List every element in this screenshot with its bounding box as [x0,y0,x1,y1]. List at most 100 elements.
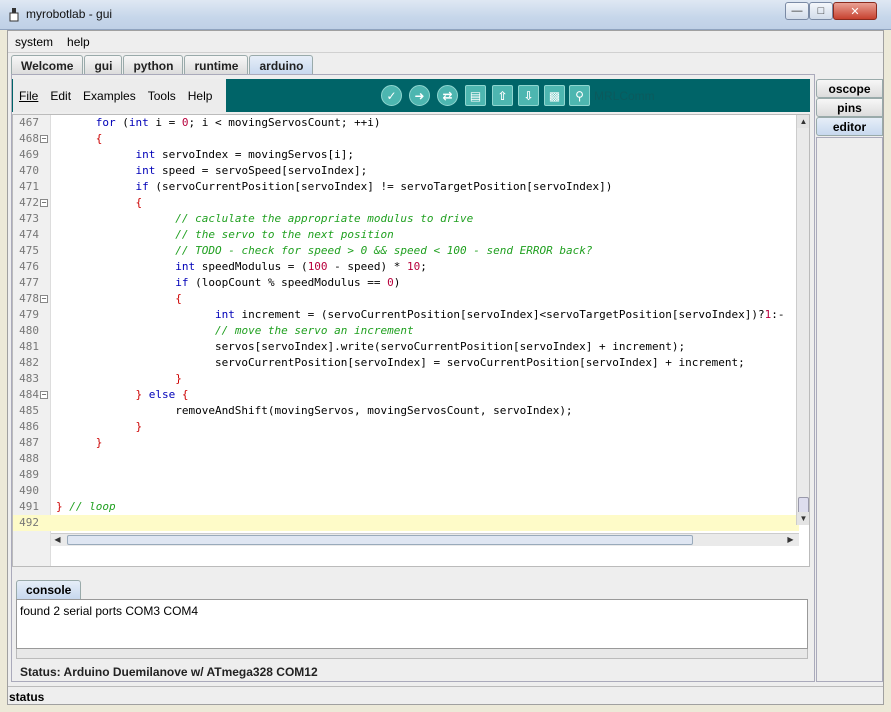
tab-gui[interactable]: gui [84,55,123,74]
fold-toggle-icon[interactable]: − [40,199,48,207]
vertical-scrollbar[interactable]: ▲ ▼ [796,115,809,525]
new-icon[interactable]: ▤ [465,85,486,106]
code-line[interactable]: 473 // caclulate the appropriate modulus… [13,211,799,227]
fold-toggle-icon[interactable]: − [40,391,48,399]
maximize-icon: □ [817,5,825,17]
menu-help[interactable]: help [60,31,97,52]
line-number: 480 [19,324,39,337]
line-number: 467 [19,116,39,129]
code-line[interactable]: 483 } [13,371,799,387]
line-number: 473 [19,212,39,225]
line-number: 485 [19,404,39,417]
scroll-up-icon[interactable]: ▲ [797,115,809,128]
console-text: found 2 serial ports COM3 COM4 [20,604,199,618]
code-line[interactable]: 470 int speed = servoSpeed[servoIndex]; [13,163,799,179]
tab-arduino[interactable]: arduino [249,55,314,74]
code-text: } else { [135,388,189,401]
side-panel [816,137,883,682]
minimize-icon: — [791,5,803,17]
console-output[interactable]: found 2 serial ports COM3 COM4 [16,599,808,649]
code-text: { [95,132,103,145]
code-line[interactable]: 486 } [13,419,799,435]
close-icon: ✕ [850,5,860,18]
code-line[interactable]: 491} // loop [13,499,799,515]
tab-pins[interactable]: pins [816,98,883,117]
line-number: 470 [19,164,39,177]
arduino-menu-edit[interactable]: Edit [44,89,77,103]
fold-toggle-icon[interactable]: − [40,295,48,303]
code-text: } [135,420,143,433]
serial-icon[interactable]: ⇄ [437,85,458,106]
code-text: servoCurrentPosition[servoIndex] = servo… [56,356,745,369]
arduino-panel: File Edit Examples Tools Help ✓ ➜ ⇄ ▤ ⇧ … [11,74,815,682]
code-line[interactable]: 471 if (servoCurrentPosition[servoIndex]… [13,179,799,195]
menubar: system help [8,31,883,53]
code-text: int servoIndex = movingServos[i]; [135,148,355,161]
tab-runtime[interactable]: runtime [184,55,249,74]
code-line[interactable]: 474 // the servo to the next position [13,227,799,243]
code-line[interactable]: 467 for (int i = 0; i < movingServosCoun… [13,115,799,131]
close-button[interactable]: ✕ [833,2,877,20]
arduino-menu-examples[interactable]: Examples [77,89,142,103]
code-line[interactable]: 485 removeAndShift(movingServos, movingS… [13,403,799,419]
code-line[interactable]: 475 // TODO - check for speed > 0 && spe… [13,243,799,259]
code-text: // TODO - check for speed > 0 && speed <… [175,244,593,257]
tab-oscope[interactable]: oscope [816,79,883,98]
code-line[interactable]: 487 } [13,435,799,451]
code-line[interactable]: 472− { [13,195,799,211]
code-line[interactable]: 468− { [13,131,799,147]
code-line[interactable]: 478− { [13,291,799,307]
code-editor[interactable]: 467 for (int i = 0; i < movingServosCoun… [12,114,810,567]
minimize-button[interactable]: — [785,2,809,20]
horizontal-scrollbar[interactable]: ◀ ▶ [51,533,799,546]
save-icon[interactable]: ⇩ [518,85,539,106]
app-icon [9,8,19,22]
line-number: 476 [19,260,39,273]
arduino-toolbar: File Edit Examples Tools Help ✓ ➜ ⇄ ▤ ⇧ … [12,79,810,112]
line-number: 483 [19,372,39,385]
monitor-icon[interactable]: ⚲ [569,85,590,106]
line-number: 469 [19,148,39,161]
code-line[interactable]: 489 [13,467,799,483]
menu-system[interactable]: system [8,31,60,52]
tab-editor[interactable]: editor [816,117,883,136]
service-tabs: Welcome gui python runtime arduino [11,55,314,75]
code-text: if (loopCount % speedModulus == 0) [175,276,401,289]
fold-toggle-icon[interactable]: − [40,135,48,143]
arduino-menu-tools[interactable]: Tools [142,89,182,103]
code-line[interactable]: 492 [13,515,799,531]
line-number: 484 [19,388,39,401]
window-title: myrobotlab - gui [26,7,113,21]
code-line[interactable]: 481 servos[servoIndex].write(servoCurren… [13,339,799,355]
side-tabs: oscope pins editor [816,79,883,136]
horizontal-scroll-thumb[interactable] [67,535,693,545]
code-text: // move the servo an increment [214,324,414,337]
scroll-left-icon[interactable]: ◀ [51,534,64,546]
scroll-down-icon[interactable]: ▼ [797,512,809,525]
code-line[interactable]: 476 int speedModulus = (100 - speed) * 1… [13,259,799,275]
scroll-right-icon[interactable]: ▶ [784,534,797,546]
verify-icon[interactable]: ✓ [381,85,402,106]
code-text: } [95,436,103,449]
code-text: servos[servoIndex].write(servoCurrentPos… [56,340,686,353]
maximize-button[interactable]: □ [809,2,833,20]
code-line[interactable]: 479 int increment = (servoCurrentPositio… [13,307,799,323]
code-line[interactable]: 480 // move the servo an increment [13,323,799,339]
code-line[interactable]: 484− } else { [13,387,799,403]
tab-console[interactable]: console [16,580,82,599]
arduino-menu-file[interactable]: File [13,89,44,103]
arduino-menu-help[interactable]: Help [182,89,219,103]
tab-python[interactable]: python [123,55,184,74]
open-icon[interactable]: ⇧ [492,85,513,106]
code-line[interactable]: 482 servoCurrentPosition[servoIndex] = s… [13,355,799,371]
code-line[interactable]: 477 if (loopCount % speedModulus == 0) [13,275,799,291]
export-icon[interactable]: ▩ [544,85,565,106]
code-line[interactable]: 488 [13,451,799,467]
upload-icon[interactable]: ➜ [409,85,430,106]
code-text: } [175,372,182,385]
tab-welcome[interactable]: Welcome [11,55,84,74]
code-line[interactable]: 469 int servoIndex = movingServos[i]; [13,147,799,163]
console-scrollbar[interactable] [16,649,808,659]
line-number: 491 [19,500,39,513]
code-line[interactable]: 490 [13,483,799,499]
